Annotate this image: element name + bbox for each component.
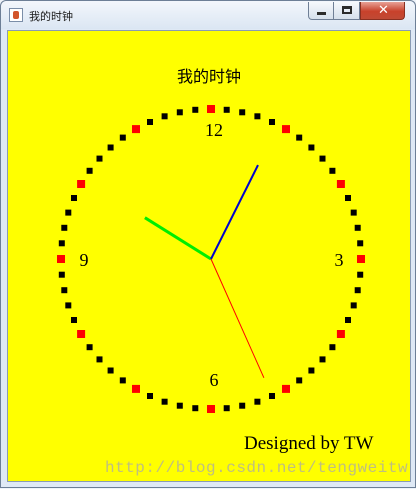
- minute-tick-mark: [86, 344, 93, 351]
- minute-tick-mark: [71, 317, 77, 323]
- hour-tick-mark: [336, 180, 345, 188]
- hour-tick-mark: [207, 405, 215, 413]
- minute-tick-mark: [354, 224, 361, 231]
- minute-tick-mark: [345, 317, 351, 323]
- minute-tick-mark: [147, 393, 153, 399]
- minute-tick-mark: [345, 195, 351, 201]
- minute-tick-mark: [161, 113, 168, 120]
- app-window: 我的时钟 ✕ 我的时钟 12 3 6 9 Designed by TW http…: [0, 0, 416, 488]
- minute-tick-mark: [350, 302, 357, 309]
- minute-tick-mark: [239, 402, 246, 409]
- minute-hand: [210, 164, 259, 260]
- numeral-9: 9: [80, 250, 89, 270]
- minute-tick-mark: [308, 367, 315, 374]
- minute-tick-mark: [107, 144, 114, 151]
- hour-tick-mark: [207, 105, 215, 113]
- minute-tick-mark: [269, 393, 275, 399]
- signature: Designed by TW: [244, 433, 374, 454]
- hour-tick-mark: [77, 330, 86, 338]
- minute-tick-mark: [107, 367, 114, 374]
- hour-tick-mark: [282, 125, 290, 134]
- minute-tick-mark: [65, 209, 72, 216]
- minute-tick-mark: [176, 402, 183, 409]
- hour-tick-mark: [336, 330, 345, 338]
- minute-tick-mark: [192, 106, 199, 113]
- numeral-6: 6: [210, 370, 219, 390]
- minute-tick-mark: [223, 106, 230, 113]
- minute-tick-mark: [147, 119, 153, 125]
- minute-tick-mark: [239, 109, 246, 116]
- minute-tick-mark: [357, 240, 364, 247]
- hour-hand: [144, 216, 212, 261]
- minute-tick-mark: [329, 344, 336, 351]
- minute-tick-mark: [96, 155, 103, 162]
- hour-tick-mark: [357, 255, 365, 263]
- hour-tick-mark: [77, 180, 86, 188]
- hour-tick-mark: [282, 384, 290, 393]
- hour-tick-mark: [57, 255, 65, 263]
- minute-tick-mark: [329, 167, 336, 174]
- minute-tick-mark: [119, 134, 126, 141]
- watermark: http://blog.csdn.net/tengweitw: [105, 459, 409, 477]
- minute-tick-mark: [269, 119, 275, 125]
- minute-tick-mark: [354, 287, 361, 294]
- hour-tick-mark: [132, 125, 140, 134]
- minute-tick-mark: [61, 287, 68, 294]
- minute-tick-mark: [319, 155, 326, 162]
- minute-tick-mark: [61, 224, 68, 231]
- minute-tick-mark: [350, 209, 357, 216]
- minute-tick-mark: [319, 356, 326, 363]
- minute-tick-mark: [71, 195, 77, 201]
- minute-tick-mark: [254, 398, 261, 405]
- numeral-3: 3: [335, 250, 344, 270]
- numeral-12: 12: [205, 120, 223, 140]
- clock-face: 12 3 6 9: [57, 105, 365, 413]
- minute-tick-mark: [96, 356, 103, 363]
- minute-tick-mark: [119, 377, 126, 384]
- minute-tick-mark: [254, 113, 261, 120]
- hour-tick-mark: [132, 384, 140, 393]
- second-hand: [210, 258, 265, 379]
- minute-tick-mark: [296, 377, 303, 384]
- minute-tick-mark: [176, 109, 183, 116]
- minute-tick-mark: [161, 398, 168, 405]
- minute-tick-mark: [65, 302, 72, 309]
- minute-tick-mark: [58, 240, 65, 247]
- minute-tick-mark: [357, 271, 364, 278]
- minute-tick-mark: [86, 167, 93, 174]
- minute-tick-mark: [308, 144, 315, 151]
- minute-tick-mark: [58, 271, 65, 278]
- minute-tick-mark: [192, 405, 199, 412]
- minute-tick-mark: [223, 405, 230, 412]
- minute-tick-mark: [296, 134, 303, 141]
